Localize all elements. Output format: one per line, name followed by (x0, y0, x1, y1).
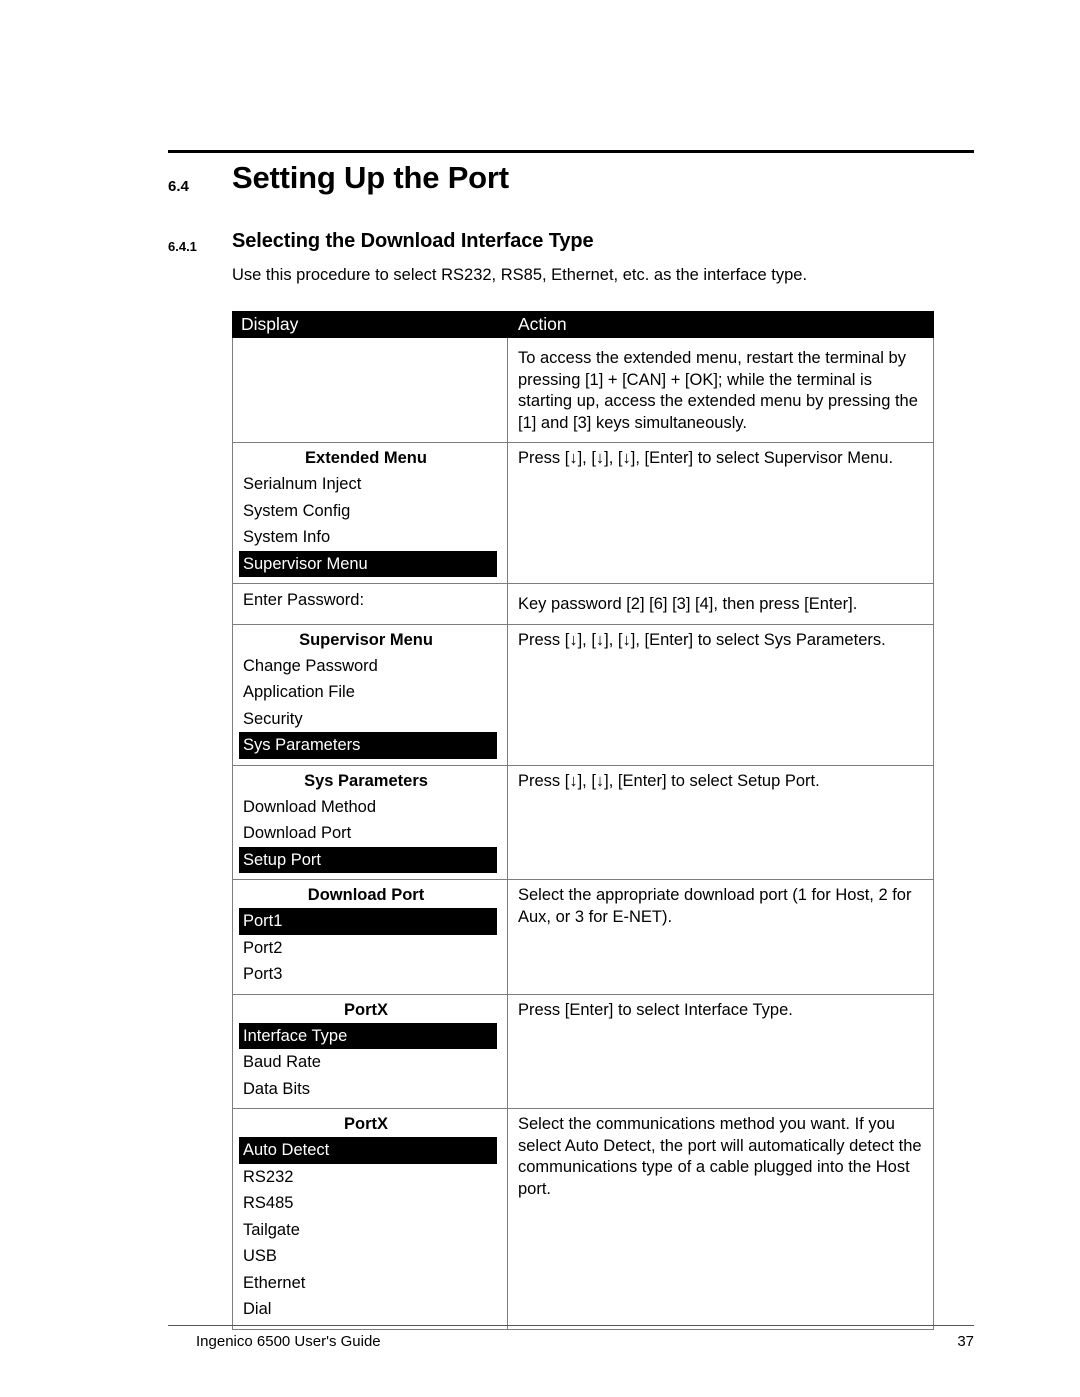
menu-item-selected[interactable]: Sys Parameters (239, 732, 497, 759)
action-cell: To access the extended menu, restart the… (507, 337, 934, 443)
action-cell: Select the communications method you wan… (507, 1108, 934, 1330)
table-row: Sys Parameters Download Method Download Po… (232, 764, 934, 880)
column-header-action: Action (507, 311, 934, 338)
display-cell (232, 337, 508, 443)
table-row: PortX Interface Type Baud Rate Data Bits Pre… (232, 993, 934, 1109)
menu-item[interactable]: System Config (239, 498, 501, 525)
menu-title: Download Port (307, 886, 425, 904)
display-prompt: Enter Password: (243, 591, 365, 609)
display-cell: Supervisor Menu Change Password Applicatio… (232, 623, 508, 766)
menu-item-selected[interactable]: Supervisor Menu (239, 550, 497, 577)
menu-item[interactable]: Ethernet (239, 1270, 501, 1297)
menu-item-selected[interactable]: Auto Detect (239, 1137, 497, 1164)
display-cell: Download Port Port1 Port2 Port3 (232, 879, 508, 995)
section-number: 6.4 (168, 178, 189, 195)
section-heading: 6.4 Setting Up the Port (168, 160, 978, 206)
menu-item[interactable]: Port2 (239, 935, 501, 962)
footer-title: Ingenico 6500 User's Guide (196, 1333, 381, 1350)
table-row: Download Port Port1 Port2 Port3 Select the a… (232, 879, 934, 995)
menu-item[interactable]: USB (239, 1243, 501, 1270)
heading-rule (168, 150, 974, 153)
menu-item[interactable]: Port3 (239, 961, 501, 988)
menu-item[interactable]: System Info (239, 524, 501, 551)
menu-item[interactable]: Serialnum Inject (239, 471, 501, 498)
menu-item[interactable]: RS232 (239, 1164, 501, 1191)
display-cell: Enter Password: (232, 583, 508, 625)
menu-item-selected[interactable]: Setup Port (239, 846, 497, 873)
document-page: 6.4 Setting Up the Port 6.4.1 Selecting … (0, 0, 1080, 1397)
display-cell: PortX Auto Detect RS232 RS485 Tailgate USB Eth… (232, 1108, 508, 1330)
column-header-display: Display (232, 311, 508, 338)
menu-title: Supervisor Menu (299, 630, 433, 649)
action-cell: Press [↓], [↓], [Enter] to select Setup … (507, 764, 934, 880)
display-cell: PortX Interface Type Baud Rate Data Bits (232, 993, 508, 1109)
intro-paragraph: Use this procedure to select RS232, RS85… (232, 266, 808, 284)
procedure-table-wrapper: Display Action To access the extended me… (232, 311, 934, 1330)
table-row: PortX Auto Detect RS232 RS485 Tailgate USB Eth… (232, 1108, 934, 1330)
display-cell: Sys Parameters Download Method Download Po… (232, 764, 508, 880)
table-row: Extended Menu Serialnum Inject System Conf… (232, 442, 934, 584)
menu-item[interactable]: Dial (239, 1296, 501, 1323)
table-row: To access the extended menu, restart the… (232, 337, 934, 443)
display-cell: Extended Menu Serialnum Inject System Conf… (232, 442, 508, 584)
menu-title: Extended Menu (305, 449, 427, 467)
menu-item[interactable]: Baud Rate (239, 1049, 501, 1076)
action-cell: Select the appropriate download port (1 … (507, 879, 934, 995)
menu-item[interactable]: Change Password (239, 653, 501, 680)
subsection-heading: 6.4.1 Selecting the Download Interface T… (168, 230, 978, 260)
action-cell: Press [↓], [↓], [↓], [Enter] to select S… (507, 623, 934, 766)
subsection-number: 6.4.1 (168, 239, 197, 254)
menu-item-selected[interactable]: Interface Type (239, 1022, 497, 1049)
menu-item[interactable]: Security (239, 706, 501, 733)
action-cell: Press [↓], [↓], [↓], [Enter] to select S… (507, 442, 934, 584)
menu-title: Sys Parameters (304, 771, 428, 790)
procedure-table: Display Action To access the extended me… (232, 311, 934, 1330)
menu-item[interactable]: Download Method (239, 794, 501, 821)
table-body: To access the extended menu, restart the… (232, 337, 934, 1330)
action-cell: Press [Enter] to select Interface Type. (507, 993, 934, 1109)
menu-item[interactable]: RS485 (239, 1190, 501, 1217)
action-cell: Key password [2] [6] [3] [4], then press… (507, 583, 934, 625)
menu-item[interactable]: Data Bits (239, 1076, 501, 1103)
footer-page-number: 37 (957, 1333, 974, 1350)
section-title: Setting Up the Port (232, 160, 509, 195)
menu-title: PortX (343, 1000, 388, 1019)
table-row: Enter Password: Key password [2] [6] [3] … (232, 583, 934, 625)
menu-item[interactable]: Application File (239, 679, 501, 706)
menu-title: PortX (343, 1115, 388, 1133)
table-row: Supervisor Menu Change Password Applicatio… (232, 623, 934, 766)
table-header-row: Display Action (232, 311, 934, 338)
footer-rule (168, 1325, 974, 1326)
menu-item-selected[interactable]: Port1 (239, 908, 497, 935)
menu-item[interactable]: Download Port (239, 820, 501, 847)
menu-item[interactable]: Tailgate (239, 1217, 501, 1244)
subsection-title: Selecting the Download Interface Type (232, 230, 594, 252)
